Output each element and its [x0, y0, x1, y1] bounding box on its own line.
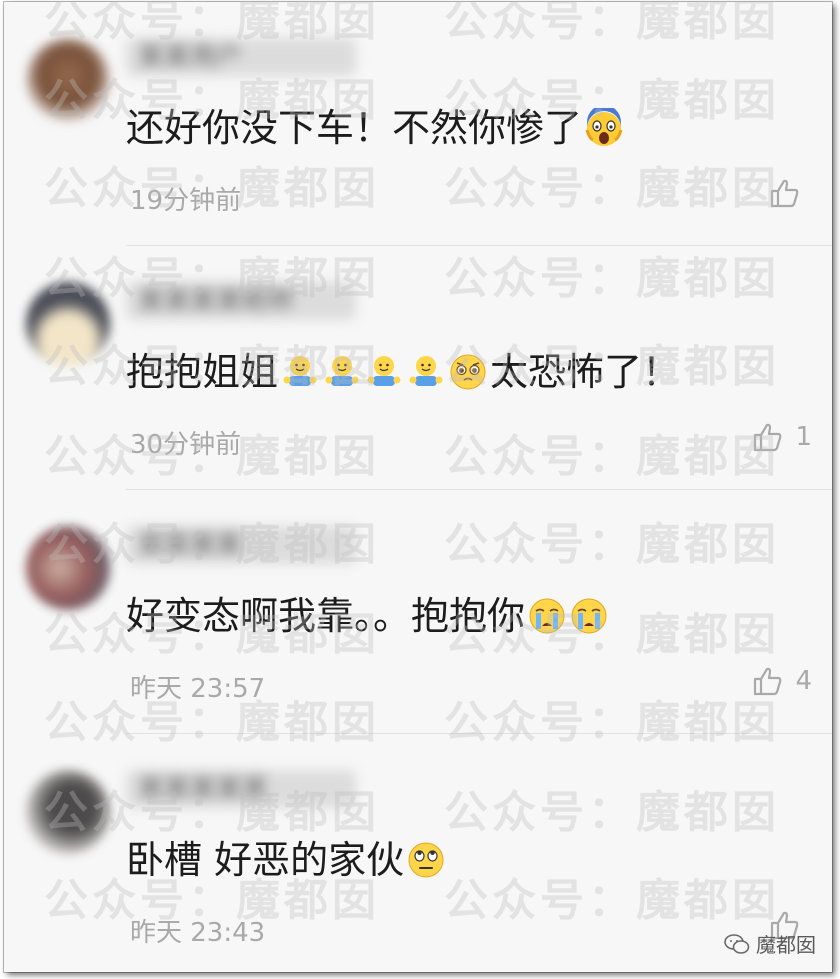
wechat-account-mark: 魔都囡 [724, 929, 816, 958]
comment-text-part: 还好你没下车！不然你惨了 [126, 106, 583, 150]
comment-time: 30分钟前 [130, 430, 242, 460]
wechat-icon [724, 933, 750, 955]
account-name: 魔都囡 [756, 933, 816, 957]
comment-text-part: 抱抱姐姐 [126, 350, 279, 394]
comment-text-part: 卧槽 好恶的家伙 [126, 838, 405, 882]
like-button[interactable]: 4 [751, 664, 812, 698]
comment-list: 某某用户 还好你没下车！不然你惨了 19分钟前 某某某某昵称 抱抱姐姐 太恐怖了… [4, 2, 832, 972]
comment-text: 好变态啊我靠。。抱抱你 [126, 592, 609, 640]
avatar[interactable] [26, 38, 110, 122]
comment-item: 某某某某某 卧槽 好恶的家伙 昨天 23:43 [4, 734, 832, 972]
comment-item: 某某某某昵称 抱抱姐姐 太恐怖了！ 30分钟前 1 [4, 246, 832, 490]
crying-emoji-icon [527, 596, 567, 636]
hug-emoji-icon [406, 352, 446, 392]
comment-time: 19分钟前 [130, 186, 242, 216]
avatar[interactable] [26, 526, 110, 610]
comment-text-part: 太恐怖了！ [490, 350, 681, 394]
comment-text: 抱抱姐姐 太恐怖了！ [126, 348, 680, 396]
pleading-emoji-icon [448, 352, 488, 392]
hug-emoji-icon [364, 352, 404, 392]
scream-emoji-icon [584, 108, 624, 148]
thumbs-up-icon [768, 176, 802, 210]
comment-time: 昨天 23:57 [130, 674, 266, 704]
username[interactable]: 某某用户 [126, 38, 356, 76]
comment-text-part: 好变态啊我靠。。抱抱你 [126, 594, 526, 638]
eye-roll-emoji-icon [406, 840, 446, 880]
comment-text: 还好你没下车！不然你惨了 [126, 104, 624, 152]
like-count: 4 [795, 666, 812, 696]
comment-item: 某某用户 还好你没下车！不然你惨了 19分钟前 [4, 2, 832, 246]
hug-emoji-icon [322, 352, 362, 392]
username[interactable]: 某某某某昵称 [126, 282, 356, 320]
like-button[interactable]: 1 [751, 420, 812, 454]
thumbs-up-icon [751, 420, 785, 454]
thumbs-up-icon [751, 664, 785, 698]
comment-time: 昨天 23:43 [130, 918, 266, 948]
hug-emoji-icon [280, 352, 320, 392]
comment-item: 某某某某 好变态啊我靠。。抱抱你 昨天 23:57 4 [4, 490, 832, 734]
username[interactable]: 某某某某 [126, 526, 356, 564]
username[interactable]: 某某某某某 [126, 770, 356, 808]
crying-emoji-icon [569, 596, 609, 636]
like-button[interactable] [768, 176, 812, 210]
avatar[interactable] [26, 282, 110, 366]
comment-text: 卧槽 好恶的家伙 [126, 836, 446, 884]
like-count: 1 [795, 422, 812, 452]
avatar[interactable] [26, 770, 110, 854]
